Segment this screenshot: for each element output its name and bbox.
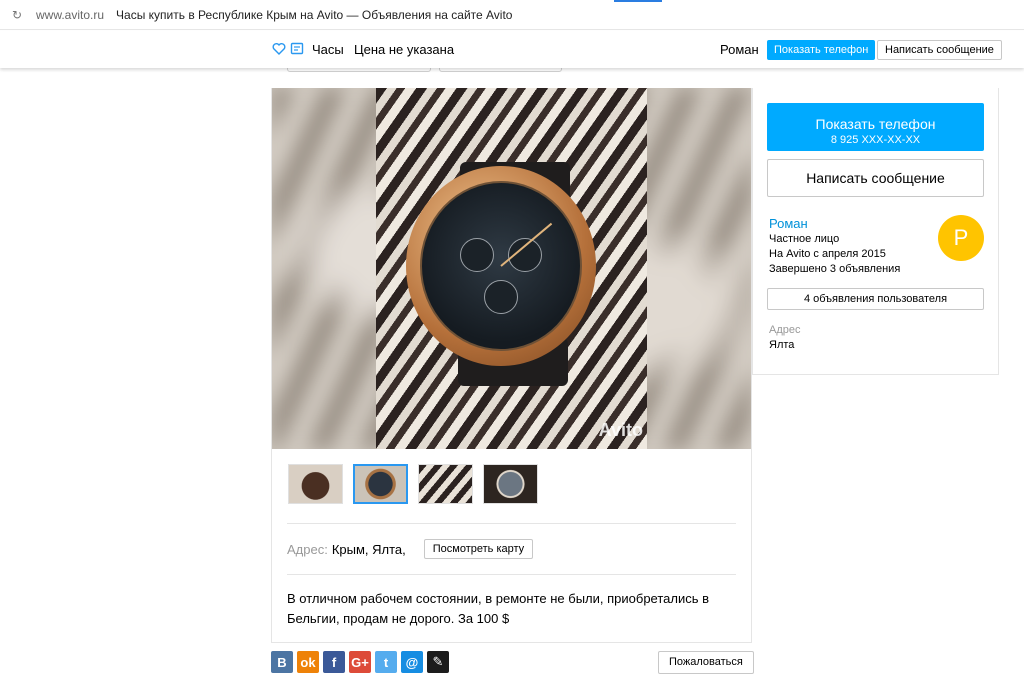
- write-message-button[interactable]: Написать сообщение: [767, 159, 984, 197]
- sticky-write-message-button[interactable]: Написать сообщение: [877, 40, 1002, 60]
- thumbnail-active[interactable]: [353, 464, 408, 504]
- address-label: Адрес:: [287, 541, 328, 557]
- seller-type: Частное лицо: [769, 233, 840, 245]
- odnoklassniki-icon[interactable]: ok: [297, 651, 319, 673]
- seller-name-link[interactable]: Роман: [769, 216, 808, 231]
- listing-card: Avito Адрес: Крым, Ялта, Посмотреть карт…: [271, 88, 752, 643]
- address-value: Крым, Ялта,: [331, 541, 406, 557]
- watch-subdial: [484, 280, 518, 314]
- address-domain[interactable]: www.avito.ru: [36, 8, 104, 22]
- reload-icon[interactable]: ↻: [12, 8, 26, 22]
- vk-icon[interactable]: B: [271, 651, 293, 673]
- phone-masked: 8 925 XXX-XX-XX: [830, 134, 921, 146]
- address-row: Адрес: Крым, Ялта, Посмотреть карту: [287, 539, 534, 559]
- sidebar-address-label: Адрес: [769, 324, 801, 336]
- google-plus-icon[interactable]: G+: [349, 651, 371, 673]
- browser-title-bar: ↻ www.avito.ru Часы купить в Республике …: [0, 0, 1024, 30]
- livejournal-icon[interactable]: ✎: [427, 651, 449, 673]
- show-phone-label: Показать телефон: [815, 116, 936, 132]
- main-photo[interactable]: [376, 88, 647, 449]
- thumbnail-strip: [288, 464, 538, 504]
- thumbnail[interactable]: [288, 464, 343, 504]
- show-phone-button[interactable]: Показать телефон 8 925 XXX-XX-XX: [767, 103, 984, 151]
- divider: [287, 523, 736, 524]
- thumbnail[interactable]: [483, 464, 538, 504]
- sticky-header: Часы Цена не указана Роман Показать теле…: [0, 31, 1024, 68]
- listing-description: В отличном рабочем состоянии, в ремонте …: [287, 591, 710, 626]
- sticky-seller-name[interactable]: Роман: [720, 42, 759, 57]
- heart-icon[interactable]: [272, 42, 286, 56]
- twitter-icon[interactable]: t: [375, 651, 397, 673]
- sticky-show-phone-button[interactable]: Показать телефон: [767, 40, 876, 60]
- avito-watermark: Avito: [598, 420, 643, 440]
- watch-subdial: [460, 238, 494, 272]
- sticky-price: Цена не указана: [354, 42, 455, 57]
- page-title: Часы купить в Республике Крым на Avito —…: [116, 7, 513, 22]
- sticky-title: Часы: [312, 42, 344, 57]
- tab-indicator: [614, 0, 662, 2]
- view-map-button[interactable]: Посмотреть карту: [423, 539, 534, 559]
- seller-since: На Avito с апреля 2015: [769, 248, 886, 260]
- seller-sidebar: Показать телефон 8 925 XXX-XX-XX Написат…: [752, 88, 999, 375]
- note-icon[interactable]: [290, 42, 304, 56]
- mail-icon[interactable]: @: [401, 651, 423, 673]
- seller-completed: Завершено 3 объявления: [769, 263, 901, 275]
- user-ads-button[interactable]: 4 объявления пользователя: [767, 288, 984, 310]
- divider: [287, 574, 736, 575]
- complain-button[interactable]: Пожаловаться: [658, 651, 754, 674]
- share-bar: Bok f G+ t @ ✎: [271, 651, 449, 673]
- avatar[interactable]: Р: [938, 215, 984, 261]
- facebook-icon[interactable]: f: [323, 651, 345, 673]
- sidebar-address-value: Ялта: [769, 339, 795, 351]
- photo-gallery[interactable]: Avito: [272, 88, 751, 449]
- thumbnail[interactable]: [418, 464, 473, 504]
